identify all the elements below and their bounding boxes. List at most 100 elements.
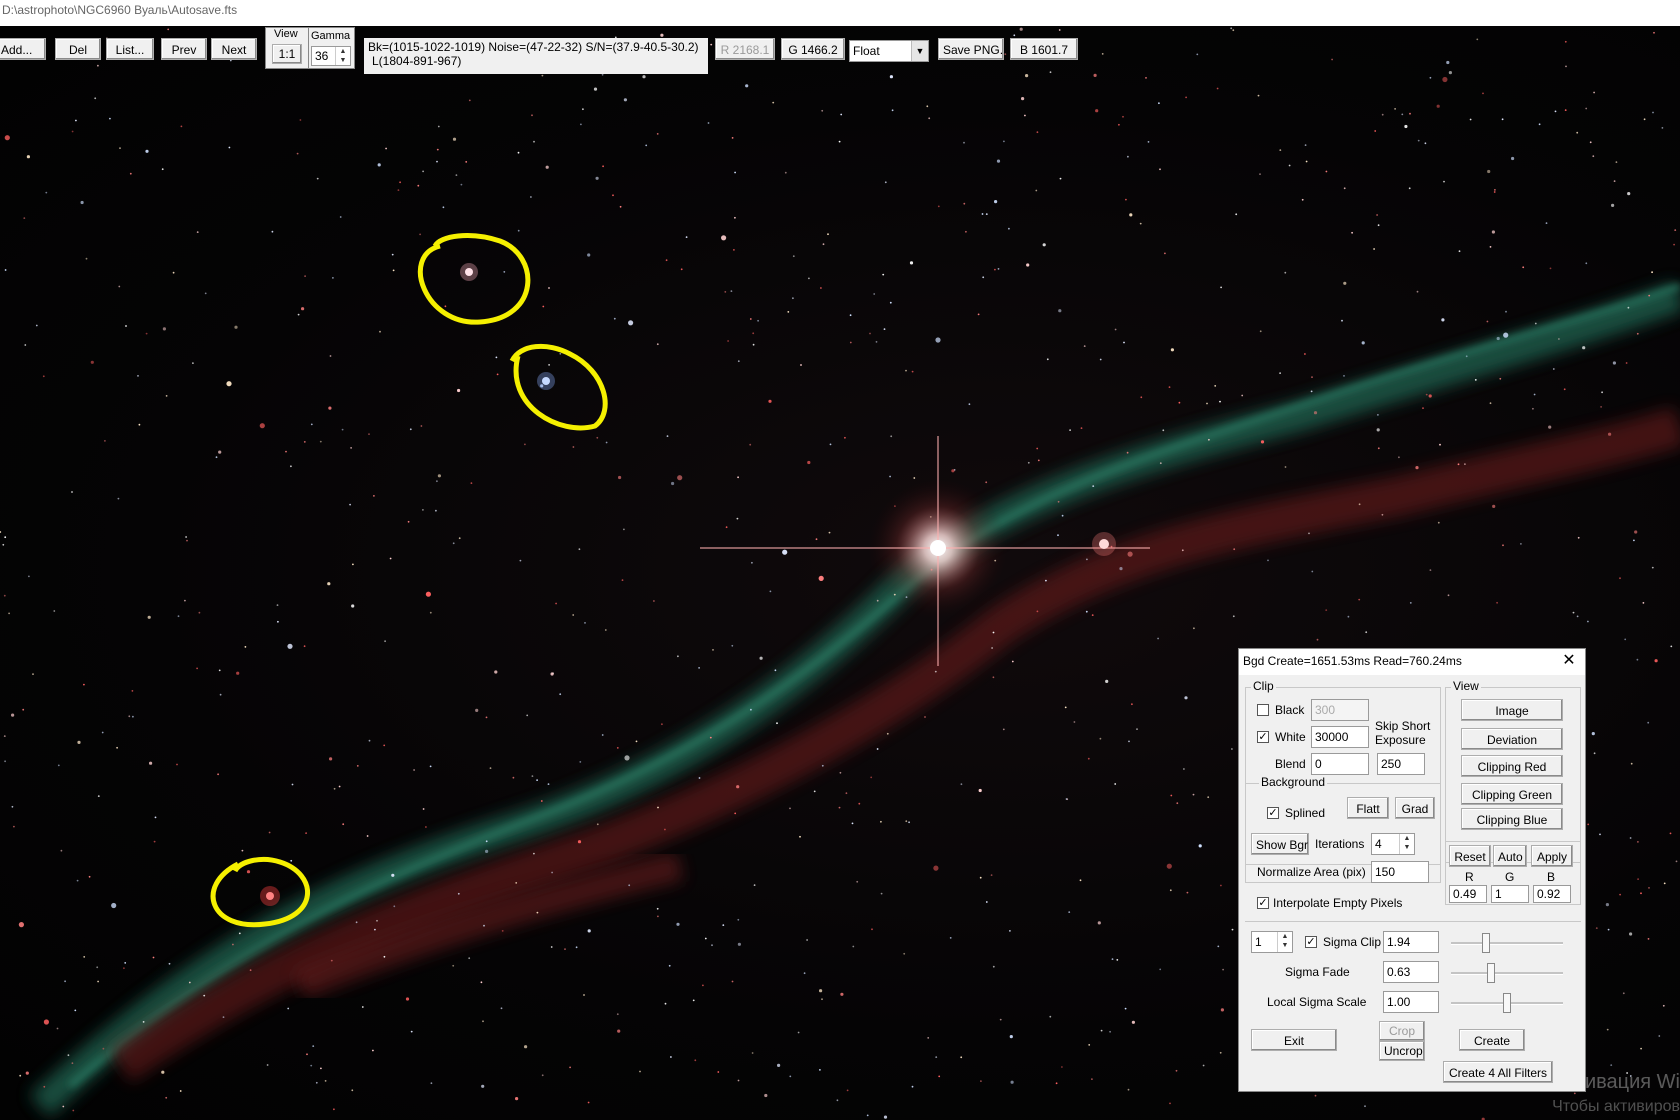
star bbox=[1049, 71, 1052, 74]
star bbox=[692, 999, 695, 1002]
uncrop-button[interactable]: Uncrop bbox=[1379, 1041, 1425, 1061]
star bbox=[161, 1070, 165, 1074]
star bbox=[1491, 230, 1495, 234]
star bbox=[963, 202, 966, 205]
apply-button[interactable]: Apply bbox=[1531, 845, 1573, 867]
iterations-input[interactable]: 4 ▲ ▼ bbox=[1371, 833, 1415, 855]
iterations-spinner-icon[interactable]: ▲ ▼ bbox=[1399, 834, 1414, 854]
black-checkbox[interactable] bbox=[1257, 704, 1269, 716]
clipping-red-button[interactable]: Clipping Red bbox=[1461, 755, 1563, 777]
auto-button[interactable]: Auto bbox=[1493, 845, 1527, 867]
interpolate-checkbox[interactable]: ✓ bbox=[1257, 897, 1269, 909]
save-png-button[interactable]: Save PNG.. bbox=[938, 38, 1004, 60]
sigma-index-input[interactable]: 1 ▲ ▼ bbox=[1251, 931, 1293, 953]
star bbox=[751, 561, 753, 564]
sigma-clip-slider-thumb[interactable] bbox=[1482, 933, 1491, 953]
star bbox=[815, 538, 818, 541]
star bbox=[97, 980, 99, 983]
b-input[interactable]: 0.92 bbox=[1533, 885, 1571, 903]
star bbox=[35, 324, 38, 327]
star bbox=[849, 314, 852, 317]
add-button[interactable]: Add... bbox=[0, 38, 46, 60]
star bbox=[489, 767, 492, 769]
clipping-green-button[interactable]: Clipping Green bbox=[1461, 783, 1563, 805]
deviation-button[interactable]: Deviation bbox=[1461, 728, 1563, 750]
prev-button[interactable]: Prev bbox=[161, 38, 207, 60]
chevron-down-icon[interactable]: ▼ bbox=[911, 41, 928, 61]
black-input[interactable]: 300 bbox=[1311, 699, 1369, 721]
star bbox=[161, 168, 164, 171]
star bbox=[531, 114, 533, 117]
star bbox=[53, 610, 56, 612]
del-button[interactable]: Del bbox=[55, 38, 101, 60]
star bbox=[26, 155, 30, 159]
star bbox=[524, 443, 526, 446]
white-input[interactable]: 30000 bbox=[1311, 726, 1369, 748]
star bbox=[1123, 341, 1125, 344]
star bbox=[981, 213, 984, 215]
sigma-fade-slider-track[interactable] bbox=[1451, 972, 1563, 975]
star bbox=[722, 924, 725, 926]
sigma-fade-input[interactable]: 0.63 bbox=[1383, 961, 1439, 983]
sigma-clip-checkbox[interactable]: ✓ bbox=[1305, 936, 1317, 948]
normalize-area-input[interactable]: 150 bbox=[1371, 861, 1429, 883]
star bbox=[1176, 802, 1179, 805]
sigma-clip-input[interactable]: 1.94 bbox=[1383, 931, 1439, 953]
star bbox=[131, 690, 134, 692]
view-label: View bbox=[274, 28, 298, 40]
star bbox=[875, 341, 878, 343]
star bbox=[702, 984, 704, 987]
star bbox=[813, 790, 816, 793]
star bbox=[167, 28, 170, 31]
skip-exposure-input[interactable]: 250 bbox=[1377, 753, 1425, 775]
show-bgr-button[interactable]: Show Bgr bbox=[1251, 833, 1309, 855]
star bbox=[711, 944, 713, 947]
format-select[interactable]: Float ▼ bbox=[849, 40, 929, 62]
clipping-blue-button[interactable]: Clipping Blue bbox=[1461, 808, 1563, 830]
grad-button[interactable]: Grad bbox=[1395, 797, 1435, 819]
list-button[interactable]: List... bbox=[106, 38, 154, 60]
sigma-fade-slider-thumb[interactable] bbox=[1487, 963, 1496, 983]
white-checkbox[interactable]: ✓ bbox=[1257, 731, 1269, 743]
g-input[interactable]: 1 bbox=[1491, 885, 1529, 903]
local-sigma-scale-input[interactable]: 1.00 bbox=[1383, 991, 1439, 1013]
exit-button[interactable]: Exit bbox=[1251, 1029, 1337, 1051]
star bbox=[547, 783, 550, 785]
star bbox=[1648, 887, 1650, 889]
sigma-index-spinner-icon[interactable]: ▲ ▼ bbox=[1277, 932, 1292, 952]
star bbox=[3, 735, 6, 737]
star bbox=[533, 852, 535, 855]
reset-button[interactable]: Reset bbox=[1449, 845, 1491, 867]
gamma-spinner-icon[interactable]: ▲ ▼ bbox=[335, 47, 350, 65]
star bbox=[1101, 53, 1104, 55]
create-all-filters-button[interactable]: Create 4 All Filters bbox=[1443, 1061, 1553, 1083]
next-button[interactable]: Next bbox=[211, 38, 257, 60]
star bbox=[1196, 53, 1199, 56]
star bbox=[800, 364, 802, 366]
star bbox=[838, 140, 841, 143]
r-input[interactable]: 0.49 bbox=[1449, 885, 1487, 903]
star bbox=[787, 311, 790, 313]
view-scale-button[interactable]: 1:1 bbox=[272, 44, 302, 64]
star bbox=[1257, 94, 1260, 97]
star bbox=[1284, 271, 1287, 274]
blend-input[interactable]: 0 bbox=[1311, 753, 1369, 775]
create-button[interactable]: Create bbox=[1459, 1029, 1525, 1051]
star bbox=[1164, 252, 1166, 255]
star bbox=[587, 253, 591, 257]
star bbox=[890, 435, 893, 438]
star bbox=[1398, 456, 1400, 459]
star bbox=[792, 255, 795, 258]
star bbox=[291, 783, 294, 786]
splined-checkbox[interactable]: ✓ bbox=[1267, 807, 1279, 819]
close-icon[interactable]: ✕ bbox=[1559, 651, 1579, 671]
star bbox=[555, 602, 557, 605]
gamma-input[interactable]: 36 ▲ ▼ bbox=[311, 46, 351, 66]
sigma-clip-slider-track[interactable] bbox=[1451, 942, 1563, 945]
local-sigma-slider-thumb[interactable] bbox=[1503, 993, 1511, 1013]
image-button[interactable]: Image bbox=[1461, 699, 1563, 721]
star bbox=[217, 773, 220, 776]
flatt-button[interactable]: Flatt bbox=[1347, 797, 1389, 819]
star bbox=[168, 962, 171, 965]
star bbox=[1128, 740, 1130, 743]
